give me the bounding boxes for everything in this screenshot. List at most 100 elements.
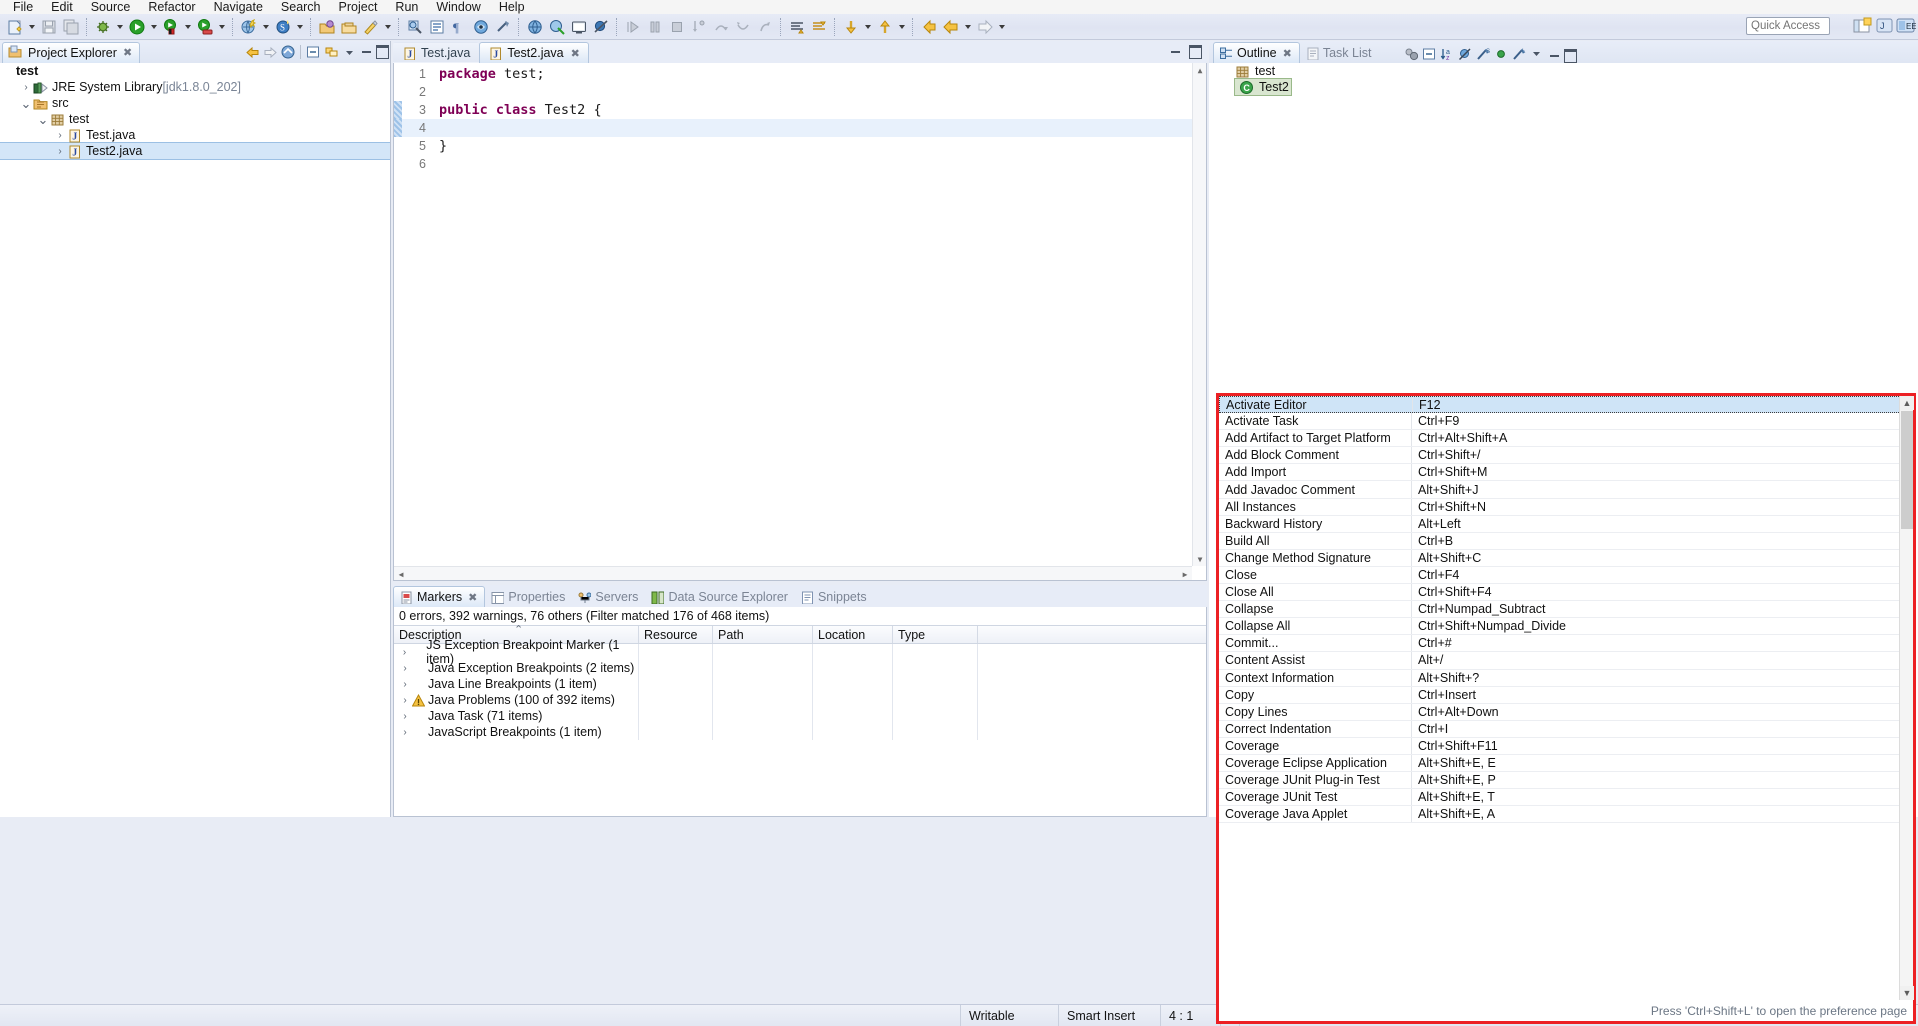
shortcut-row[interactable]: Close Ctrl+F4 <box>1219 566 1913 585</box>
table-row[interactable]: › Java Line Breakpoints (1 item) <box>394 676 1206 692</box>
forward-nav-icon[interactable] <box>974 16 996 38</box>
dropdown-arrow-icon[interactable] <box>26 16 38 38</box>
step-into-icon[interactable] <box>688 16 710 38</box>
close-icon[interactable]: ✖ <box>571 47 580 60</box>
dropdown-arrow-icon[interactable] <box>996 16 1008 38</box>
table-row[interactable]: › JS Exception Breakpoint Marker (1 item) <box>394 638 1206 666</box>
outline-item-test[interactable]: test <box>1209 63 1918 79</box>
twisty-collapsed[interactable]: › <box>398 661 412 675</box>
java-ee-perspective-button[interactable]: EE <box>1896 15 1916 37</box>
shortcut-row[interactable]: Coverage JUnit Test Alt+Shift+E, T <box>1219 789 1913 807</box>
shortcut-row[interactable]: Correct Indentation Ctrl+I <box>1219 720 1913 738</box>
focus-on-active-task-icon[interactable] <box>1402 45 1420 63</box>
code-editor[interactable]: 1 package test; 2 3 public class Test2 {4 5} 6… <box>393 63 1207 581</box>
shortcut-row[interactable]: Build All Ctrl+B <box>1219 532 1913 550</box>
menu-item-help[interactable]: Help <box>490 0 534 14</box>
drop-to-frame-icon[interactable] <box>754 16 776 38</box>
twisty-expanded[interactable]: ⌄ <box>36 112 50 126</box>
twisty-collapsed[interactable]: › <box>398 645 411 659</box>
view-menu-icon[interactable] <box>340 43 358 61</box>
skip-breakpoints-icon[interactable] <box>590 16 612 38</box>
twisty-collapsed[interactable]: › <box>19 80 33 94</box>
key-assist-scrollbar[interactable]: ▲ ▼ <box>1899 396 1914 1000</box>
tree-item-test2-java[interactable]: › J Test2.java <box>0 142 390 160</box>
tree-item-test-java[interactable]: › J Test.java <box>0 127 390 143</box>
scroll-up-arrow-icon[interactable]: ▲ <box>1900 396 1914 410</box>
outline-item-test2[interactable]: C Test2 <box>1234 78 1292 96</box>
tree-item-src[interactable]: ⌄ src <box>0 95 390 111</box>
hide-fields-icon[interactable] <box>1456 45 1474 63</box>
shortcut-row[interactable]: Activate Task Ctrl+F9 <box>1219 413 1913 431</box>
twisty-collapsed[interactable]: › <box>398 709 412 723</box>
java-search-icon[interactable] <box>404 16 426 38</box>
shortcut-row[interactable]: Add Block Comment Ctrl+Shift+/ <box>1219 447 1913 465</box>
markers-tab-snippets[interactable]: Snippets <box>795 586 874 607</box>
collapse-to-home-icon[interactable] <box>279 43 297 61</box>
open-perspective-button[interactable] <box>1852 15 1872 37</box>
shortcut-row[interactable]: Copy Ctrl+Insert <box>1219 686 1913 704</box>
quick-access-input[interactable] <box>1746 17 1830 35</box>
scroll-left-arrow-icon[interactable]: ◀ <box>394 567 408 581</box>
toggle-mark-occurrences-icon[interactable] <box>470 16 492 38</box>
markers-column-resource[interactable]: Resource <box>639 626 713 643</box>
suspend-icon[interactable] <box>644 16 666 38</box>
scroll-down-arrow-icon[interactable]: ▼ <box>1900 986 1914 1000</box>
new-spring-icon[interactable]: S <box>272 16 294 38</box>
twisty-collapsed[interactable]: › <box>398 725 412 739</box>
markers-tab-servers[interactable]: Servers <box>572 586 645 607</box>
step-return-icon[interactable] <box>732 16 754 38</box>
dropdown-arrow-icon[interactable] <box>260 16 272 38</box>
back-arrow-icon[interactable] <box>243 43 261 61</box>
forward-arrow-icon[interactable] <box>261 43 279 61</box>
editor-tab-test-java[interactable]: J Test.java <box>393 42 480 63</box>
tree-item-test[interactable]: test <box>0 63 390 79</box>
save-icon[interactable] <box>38 16 60 38</box>
dropdown-arrow-icon[interactable] <box>216 16 228 38</box>
key-assist-list[interactable]: Activate Editor F12 Activate Task Ctrl+F9 Ad… <box>1219 396 1913 1000</box>
shortcut-row[interactable]: Add Artifact to Target Platform Ctrl+Alt+… <box>1219 430 1913 448</box>
dropdown-arrow-icon[interactable] <box>182 16 194 38</box>
hide-local-types-icon[interactable]: L <box>1510 45 1528 63</box>
table-row[interactable]: › Java Exception Breakpoints (2 items) <box>394 660 1206 676</box>
close-icon[interactable]: ✖ <box>468 591 477 604</box>
save-all-icon[interactable] <box>60 16 82 38</box>
next-edit-icon[interactable] <box>840 16 862 38</box>
editor-tab-test2-java[interactable]: J Test2.java ✖ <box>479 42 589 63</box>
shortcut-row[interactable]: Close All Ctrl+Shift+F4 <box>1219 584 1913 602</box>
menu-item-source[interactable]: Source <box>82 0 140 14</box>
run-external-tools-icon[interactable] <box>160 16 182 38</box>
hide-non-public-icon[interactable] <box>1492 45 1510 63</box>
table-row[interactable]: › Java Problems (100 of 392 items) <box>394 692 1206 708</box>
minimize-icon[interactable] <box>358 45 374 60</box>
step-over-icon[interactable] <box>710 16 732 38</box>
sort-icon[interactable]: az <box>1438 45 1456 63</box>
back-nav-icon[interactable] <box>940 16 962 38</box>
table-row[interactable]: › JavaScript Breakpoints (1 item) <box>394 724 1206 740</box>
shortcut-row[interactable]: Coverage JUnit Plug-in Test Alt+Shift+E, … <box>1219 772 1913 790</box>
shortcut-row[interactable]: Collapse Ctrl+Numpad_Subtract <box>1219 601 1913 619</box>
scroll-down-arrow-icon[interactable]: ▼ <box>1193 552 1207 566</box>
menu-item-window[interactable]: Window <box>427 0 489 14</box>
quick-fix-icon[interactable] <box>360 16 382 38</box>
close-icon[interactable]: ✖ <box>1283 47 1292 60</box>
twisty-expanded[interactable]: ⌄ <box>19 96 33 110</box>
menu-item-run[interactable]: Run <box>386 0 427 14</box>
markers-rows[interactable]: › JS Exception Breakpoint Marker (1 item)… <box>394 638 1206 740</box>
run-server-icon[interactable] <box>194 16 216 38</box>
menu-item-edit[interactable]: Edit <box>42 0 82 14</box>
minimize-icon[interactable] <box>1546 48 1562 63</box>
menu-item-project[interactable]: Project <box>330 0 387 14</box>
twisty-collapsed[interactable]: › <box>53 128 67 142</box>
maximize-icon[interactable] <box>1562 48 1578 63</box>
show-whitespace-icon[interactable] <box>492 16 514 38</box>
link-with-editor-icon[interactable] <box>322 43 340 61</box>
dropdown-arrow-icon[interactable] <box>382 16 394 38</box>
resume-icon[interactable] <box>622 16 644 38</box>
outline-tab-outline[interactable]: Outline ✖ <box>1213 42 1300 63</box>
close-icon[interactable]: ✖ <box>123 46 132 59</box>
dropdown-arrow-icon[interactable] <box>962 16 974 38</box>
scrollbar-thumb[interactable] <box>1901 411 1913 529</box>
markers-tab-properties[interactable]: Properties <box>485 586 572 607</box>
hide-static-icon[interactable]: S <box>1474 45 1492 63</box>
open-type-icon[interactable] <box>316 16 338 38</box>
